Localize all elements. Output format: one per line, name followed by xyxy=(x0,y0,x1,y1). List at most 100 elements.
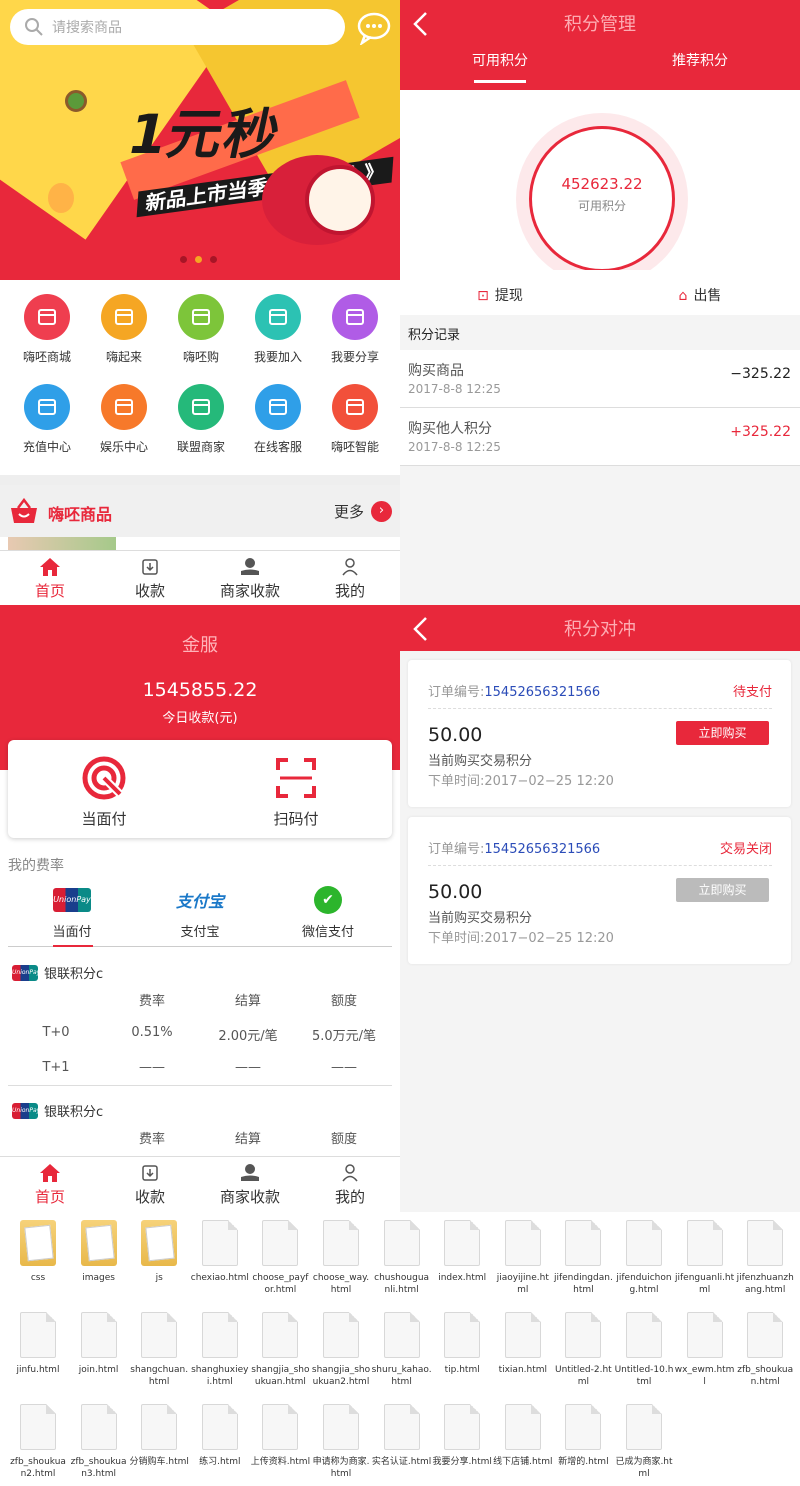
folder-item[interactable]: css xyxy=(8,1220,68,1284)
pay-options: 当面付 扫码付 xyxy=(8,740,392,838)
file-item[interactable]: 新增的.html xyxy=(553,1404,613,1468)
file-item[interactable]: tip.html xyxy=(432,1312,492,1376)
feature-item[interactable]: 娱乐中心 xyxy=(85,384,163,455)
file-item[interactable]: zfb_shoukuan2.html xyxy=(8,1404,68,1480)
file-item[interactable]: jinfu.html xyxy=(8,1312,68,1376)
document-icon xyxy=(323,1312,359,1358)
file-item[interactable]: tixian.html xyxy=(493,1312,553,1376)
file-item[interactable]: jifenguanli.html xyxy=(675,1220,735,1296)
file-name: jifenguanli.html xyxy=(675,1273,735,1295)
face-pay-button[interactable]: 当面付 xyxy=(8,740,200,838)
order-status: 交易关闭 xyxy=(719,842,772,857)
file-item[interactable]: 实名认证.html xyxy=(372,1404,432,1468)
feature-item[interactable]: 嗨呸商城 xyxy=(8,294,86,365)
file-item[interactable]: shanghuxieyi.html xyxy=(190,1312,250,1388)
file-item[interactable]: 申请称为商家.html xyxy=(311,1404,371,1480)
file-item[interactable]: join.html xyxy=(69,1312,129,1376)
hedge-screen: 积分对冲 订单编号:15452656321566 待支付 50.00 当前购买交… xyxy=(400,605,800,1212)
folder-item[interactable]: images xyxy=(69,1220,129,1284)
file-item[interactable]: zfb_shoukuan3.html xyxy=(69,1404,129,1480)
feature-item[interactable]: 在线客服 xyxy=(239,384,317,455)
file-item[interactable]: 已成为商家.html xyxy=(614,1404,674,1480)
file-item[interactable]: jifenzhuanzhang.html xyxy=(735,1220,795,1296)
order-number: 15452656321566 xyxy=(484,685,601,700)
image-icon xyxy=(178,384,224,430)
feature-item[interactable]: 我要分享 xyxy=(316,294,394,365)
home-icon xyxy=(40,558,60,576)
chevron-right-icon[interactable]: › xyxy=(371,501,392,522)
file-item[interactable]: shangchuan.html xyxy=(129,1312,189,1388)
search-bar[interactable]: 请搜索商品 xyxy=(10,9,345,45)
feature-item[interactable]: 嗨呸智能 xyxy=(316,384,394,455)
tab-face-pay[interactable]: UnionPay 银联当面付 xyxy=(8,885,136,947)
order-time: 下单时间:2017−02−25 12:20 xyxy=(428,774,614,789)
file-item[interactable]: 上传资料.html xyxy=(250,1404,310,1468)
file-browser: css images js chexiao.html choose_payfor.htm… xyxy=(0,1212,800,1486)
tab-home[interactable]: 首页 xyxy=(0,551,100,605)
product-thumbnail[interactable] xyxy=(8,537,116,551)
file-item[interactable]: choose_way.html xyxy=(311,1220,371,1296)
file-item[interactable]: jifendingdan.html xyxy=(553,1220,613,1296)
file-item[interactable]: jiaoyijine.html xyxy=(493,1220,553,1296)
document-icon xyxy=(262,1220,299,1266)
file-item[interactable]: 分销购车.html xyxy=(129,1404,189,1468)
file-item[interactable]: Untitled-10.html xyxy=(614,1312,674,1388)
tab-available-points[interactable]: 可用积分 xyxy=(400,50,600,70)
document-icon xyxy=(686,1220,723,1266)
carousel-dots[interactable] xyxy=(180,256,217,263)
search-input[interactable]: 请搜索商品 xyxy=(52,17,122,37)
feature-item[interactable]: 联盟商家 xyxy=(162,384,240,455)
record-row[interactable]: 购买商品 2017-8-8 12:25 −325.22 xyxy=(400,350,800,408)
file-item[interactable]: 我要分享.html xyxy=(432,1404,492,1468)
feature-grid: 嗨呸商城 嗨起来 嗨呸购 我要加入 我要分享充值中心 娱乐中心 联盟商家 在线客服 嗨呸智能 xyxy=(0,280,400,475)
tab-referral-points[interactable]: 推荐积分 xyxy=(600,50,800,70)
file-item[interactable]: chushouguanli.html xyxy=(372,1220,432,1296)
feature-item[interactable]: 充值中心 xyxy=(8,384,86,455)
points-actions: ⊡ 提现 ⌂ 出售 xyxy=(400,270,800,315)
file-item[interactable]: 练习.html xyxy=(190,1404,250,1468)
file-item[interactable]: wx_ewm.html xyxy=(675,1312,735,1388)
folder-icon xyxy=(20,1220,56,1266)
file-name: index.html xyxy=(438,1273,487,1283)
buy-now-button[interactable]: 立即购买 xyxy=(676,721,769,745)
feature-item[interactable]: 我要加入 xyxy=(239,294,317,365)
tab-mine[interactable]: 我的 xyxy=(300,551,400,605)
file-item[interactable]: jifenduichong.html xyxy=(614,1220,674,1296)
file-item[interactable]: chexiao.html xyxy=(190,1220,250,1284)
search-icon xyxy=(25,18,43,36)
file-item[interactable]: Untitled-2.html xyxy=(553,1312,613,1388)
feature-item[interactable]: 嗨呸购 xyxy=(162,294,240,365)
file-item[interactable]: choose_payfor.html xyxy=(250,1220,310,1296)
file-item[interactable]: shangjia_shoukuan.html xyxy=(250,1312,310,1388)
chat-icon[interactable] xyxy=(357,11,391,45)
file-name: 线下店铺.html xyxy=(493,1457,553,1467)
file-item[interactable]: zfb_shoukuan.html xyxy=(735,1312,795,1388)
more-link[interactable]: 更多 xyxy=(334,501,364,522)
tab-home[interactable]: 首页 xyxy=(0,1157,100,1211)
tab-merchant-collect[interactable]: 商家收款 xyxy=(200,551,300,605)
withdraw-button[interactable]: ⊡ 提现 xyxy=(400,270,600,315)
record-row[interactable]: 购买他人积分 2017-8-8 12:25 +325.22 xyxy=(400,408,800,466)
scan-pay-button[interactable]: 扫码付 xyxy=(200,740,392,838)
sell-button[interactable]: ⌂ 出售 xyxy=(600,270,800,315)
file-name: jifenduichong.html xyxy=(616,1273,672,1295)
document-icon xyxy=(565,1312,602,1358)
banner-title: 1元秒 xyxy=(122,103,288,166)
file-item[interactable]: index.html xyxy=(432,1220,492,1284)
tab-wechat-pay[interactable]: ✔ 微信支付 xyxy=(264,885,392,946)
file-item[interactable]: shuru_kahao.html xyxy=(372,1312,432,1388)
tab-merchant-collect[interactable]: 商家收款 xyxy=(200,1157,300,1211)
file-name: shangchuan.html xyxy=(130,1365,189,1387)
tab-mine[interactable]: 我的 xyxy=(300,1157,400,1211)
tab-collect[interactable]: 收款 xyxy=(100,551,200,605)
folder-item[interactable]: js xyxy=(129,1220,189,1284)
feature-item[interactable]: 嗨起来 xyxy=(85,294,163,365)
tab-alipay[interactable]: 支付宝 支付宝 xyxy=(136,885,264,946)
tab-collect[interactable]: 收款 xyxy=(100,1157,200,1211)
document-icon xyxy=(141,1312,178,1358)
scan-icon xyxy=(276,758,316,798)
file-item[interactable]: shangjia_shoukuan2.html xyxy=(311,1312,371,1388)
file-item[interactable]: 线下店铺.html xyxy=(493,1404,553,1468)
today-amount: 1545855.22 xyxy=(142,679,258,701)
share-icon xyxy=(332,294,378,340)
